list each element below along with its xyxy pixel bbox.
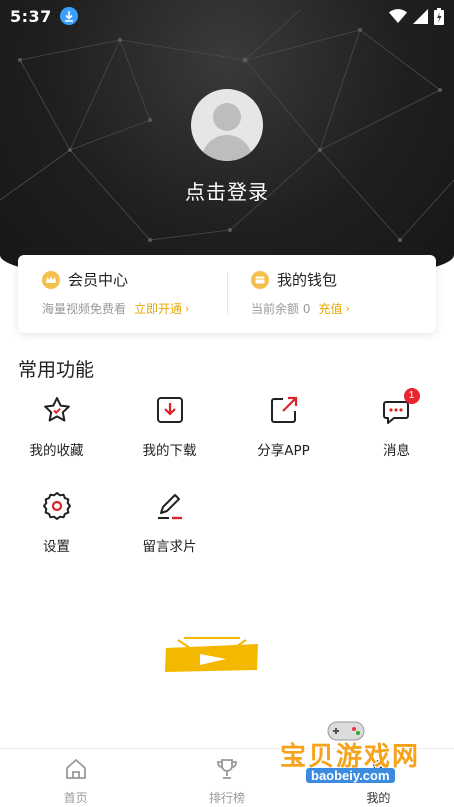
battery-icon [434, 7, 444, 25]
vip-center[interactable]: 会员中心 海量视频免费看 立即开通 › [18, 255, 227, 333]
message-icon: 1 [382, 388, 420, 425]
chevron-right-icon: › [185, 302, 190, 315]
recharge-link[interactable]: 充值 [318, 300, 342, 317]
vip-title: 会员中心 [68, 271, 129, 289]
downloads-item[interactable]: 我的下载 [113, 395, 226, 459]
play-banner[interactable] [160, 632, 264, 680]
login-link[interactable]: 点击登录 [0, 176, 454, 205]
play-icon [165, 637, 258, 672]
star-icon [42, 395, 72, 425]
settings-item[interactable]: 设置 [0, 491, 113, 555]
download-icon [155, 395, 185, 425]
favorites-item[interactable]: 我的收藏 [0, 395, 113, 459]
settings-label: 设置 [43, 539, 70, 555]
favorites-label: 我的收藏 [29, 443, 84, 459]
messages-item[interactable]: 1 消息 [340, 388, 453, 459]
status-time: 5:37 [10, 6, 52, 26]
tab-home[interactable]: 首页 [0, 749, 151, 807]
home-icon [0, 757, 151, 783]
gear-icon [42, 491, 72, 521]
wallet-title: 我的钱包 [277, 271, 338, 289]
messages-label: 消息 [383, 443, 410, 459]
vip-open-link[interactable]: 立即开通 [134, 300, 182, 317]
share-app-label: 分享APP [257, 443, 310, 459]
member-card: 会员中心 海量视频免费看 立即开通 › 我的钱包 当前余额 0 充值 › [18, 255, 436, 333]
download-notification-icon [59, 7, 78, 25]
chevron-right-icon: › [345, 302, 350, 315]
wallet[interactable]: 我的钱包 当前余额 0 充值 › [227, 255, 436, 333]
edit-icon [155, 491, 185, 521]
wifi-icon [389, 9, 407, 23]
downloads-label: 我的下载 [142, 443, 197, 459]
section-title: 常用功能 [18, 359, 95, 381]
request-movie-item[interactable]: 留言求片 [113, 491, 226, 555]
wallet-balance: 当前余额 0 [251, 302, 311, 316]
signal-icon [413, 8, 428, 24]
crown-icon [42, 270, 60, 289]
status-bar: 5:37 [0, 0, 454, 32]
tab-home-label: 首页 [63, 791, 88, 805]
profile-header: 5:37 点击登录 [0, 0, 454, 285]
share-app-item[interactable]: 分享APP [227, 395, 340, 459]
vip-subtitle: 海量视频免费看 [42, 302, 127, 316]
watermark-url: baobeiy.com [306, 768, 395, 783]
watermark: 宝贝游戏网 baobeiy.com [280, 716, 430, 796]
request-movie-label: 留言求片 [142, 539, 197, 555]
avatar[interactable] [191, 89, 263, 161]
share-icon [269, 395, 299, 425]
unread-badge: 1 [403, 388, 420, 404]
default-avatar-icon [201, 103, 253, 161]
wallet-icon [251, 270, 269, 289]
